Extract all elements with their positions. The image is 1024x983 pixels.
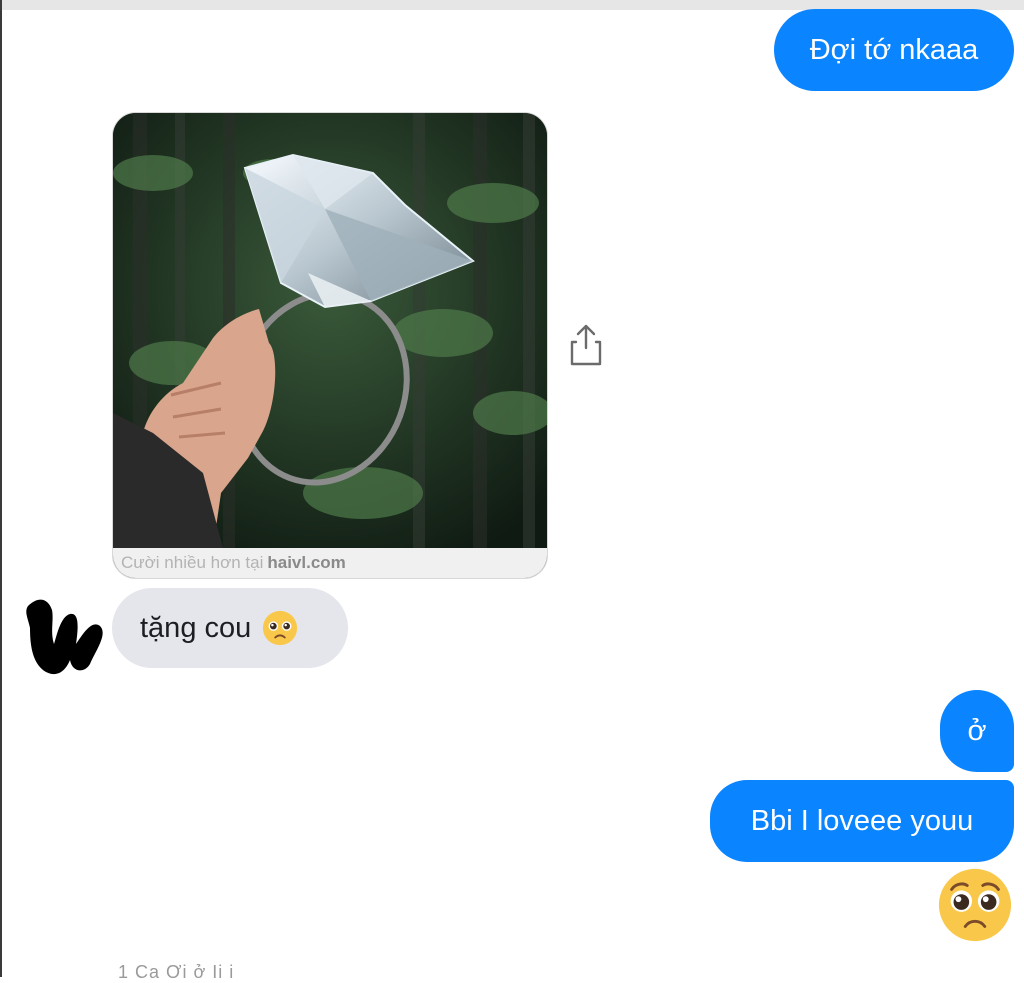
sent-message-bubble[interactable]: ở — [940, 690, 1014, 772]
received-photo-message[interactable]: Cười nhiều hơn tại haivl.com — [112, 112, 548, 579]
received-message-bubble[interactable]: tặng cou — [112, 588, 348, 668]
avatar[interactable] — [20, 586, 110, 680]
diamond-ring-photo — [113, 113, 547, 548]
caption-prefix: Cười nhiều hơn tại — [121, 553, 264, 572]
cut-off-text: 1 Ca Ơi ở Ii i — [118, 962, 235, 982]
pleading-face-icon — [263, 610, 298, 646]
pleading-face-icon[interactable] — [936, 866, 1014, 944]
received-message-text: tặng cou — [140, 611, 252, 644]
sent-message-bubble[interactable]: Bbi I loveee youu — [710, 780, 1014, 862]
sent-message-text: Đợi tớ nkaaa — [809, 33, 979, 66]
share-icon[interactable] — [568, 322, 604, 368]
photo-watermark-caption: Cười nhiều hơn tại haivl.com — [113, 548, 547, 578]
sent-message-text: ở — [967, 714, 987, 747]
caption-site: haivl.com — [267, 553, 346, 572]
sent-message-text: Bbi I loveee youu — [750, 804, 974, 837]
sent-message-bubble[interactable]: Đợi tớ nkaaa — [774, 9, 1014, 91]
window-left-edge — [0, 0, 2, 977]
